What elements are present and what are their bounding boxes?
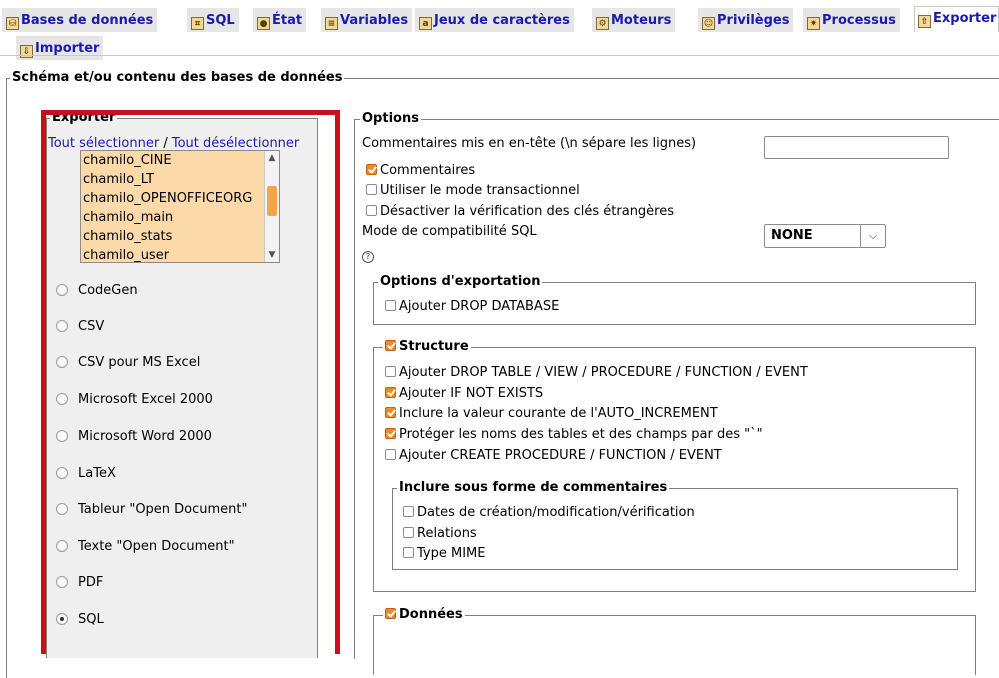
chevron-down-icon[interactable]: ⌵ [860, 225, 885, 247]
drop-database-option[interactable]: Ajouter DROP DATABASE [385, 299, 559, 315]
data-checkbox[interactable] [385, 608, 396, 619]
structure-option[interactable]: Ajouter DROP TABLE / VIEW / PROCEDURE / … [385, 365, 808, 381]
format-radio[interactable] [56, 503, 68, 515]
format-option-odt[interactable]: Texte "Open Document" [56, 539, 235, 555]
data-legend[interactable]: Données [383, 607, 465, 623]
deselect-all-link[interactable]: Tout désélectionner [172, 136, 299, 151]
processes-icon: ✷ [807, 17, 820, 30]
listbox-scrollbar[interactable]: ▲ ▼ [264, 151, 279, 262]
comment-option-checkbox[interactable] [403, 547, 414, 558]
format-radio[interactable] [56, 356, 68, 368]
tab-divider [0, 55, 999, 56]
tab-bar: ⛁ Bases de données ⌗ SQL ● État ≡ Variables … [0, 0, 999, 60]
format-option-csv[interactable]: CSV [56, 319, 104, 335]
format-option-ods[interactable]: Tableur "Open Document" [56, 502, 248, 518]
scroll-thumb[interactable] [267, 186, 277, 216]
tab-engines[interactable]: ⚙ Moteurs [592, 8, 676, 32]
compat-mode-label: Mode de compatibilité SQL [362, 224, 537, 239]
tab-import[interactable]: ⇩ Importer [16, 36, 104, 60]
tab-charsets[interactable]: a Jeux de caractères [415, 8, 574, 32]
database-listbox[interactable]: chamilo_CINE chamilo_LT chamilo_OPENOFFI… [80, 150, 280, 263]
structure-option-checkbox[interactable] [385, 428, 396, 439]
transactional-checkbox[interactable] [366, 184, 377, 195]
scroll-down-icon[interactable]: ▼ [265, 248, 279, 262]
privileges-icon: ☺ [702, 17, 715, 30]
tab-sql[interactable]: ⌗ SQL [187, 8, 239, 32]
tab-processes[interactable]: ✷ Processus [803, 8, 900, 32]
format-radio[interactable] [56, 430, 68, 442]
structure-option-checkbox[interactable] [385, 449, 396, 460]
format-option-excel[interactable]: Microsoft Excel 2000 [56, 392, 213, 408]
compat-mode-select[interactable]: NONE ⌵ [764, 224, 886, 248]
structure-option[interactable]: Protéger les noms des tables et des cham… [385, 427, 763, 443]
variables-icon: ≡ [325, 17, 338, 30]
database-option[interactable]: chamilo_LT [81, 170, 279, 189]
comment-option[interactable]: Dates de création/modification/vérificat… [403, 505, 695, 521]
scroll-up-icon[interactable]: ▲ [265, 151, 279, 165]
structure-checkbox[interactable] [385, 340, 396, 351]
format-radio[interactable] [56, 576, 68, 588]
import-icon: ⇩ [20, 45, 33, 58]
export-legend: Exporter [50, 110, 118, 126]
status-icon: ● [257, 17, 270, 30]
database-option[interactable]: chamilo_user [81, 246, 279, 262]
drop-database-checkbox[interactable] [385, 300, 396, 311]
comment-option[interactable]: Relations [403, 526, 477, 542]
header-comment-label: Commentaires mis en en-tête (\n sépare l… [362, 136, 697, 151]
engines-icon: ⚙ [596, 17, 609, 30]
database-option[interactable]: chamilo_CINE [81, 151, 279, 170]
database-option[interactable]: chamilo_OPENOFFICEORG [81, 189, 279, 208]
comment-option-checkbox[interactable] [403, 527, 414, 538]
format-option-word[interactable]: Microsoft Word 2000 [56, 429, 212, 445]
tab-databases[interactable]: ⛁ Bases de données [2, 8, 158, 32]
tab-variables[interactable]: ≡ Variables [321, 8, 413, 32]
tab-status[interactable]: ● État [253, 8, 307, 32]
tab-export[interactable]: ⇧ Exporter [914, 6, 999, 32]
format-radio[interactable] [56, 393, 68, 405]
comments-checkbox[interactable] [366, 164, 377, 175]
header-comment-input[interactable] [764, 136, 949, 159]
structure-option[interactable]: Ajouter IF NOT EXISTS [385, 386, 543, 402]
comment-option-checkbox[interactable] [403, 506, 414, 517]
structure-option[interactable]: Inclure la valeur courante de l'AUTO_INC… [385, 406, 718, 422]
select-separator: / [163, 136, 168, 151]
format-option-codegen[interactable]: CodeGen [56, 283, 138, 299]
tab-privileges[interactable]: ☺ Privilèges [698, 8, 794, 32]
format-option-latex[interactable]: LaTeX [56, 466, 116, 482]
disable-fk-option[interactable]: Désactiver la vérification des clés étra… [366, 204, 674, 220]
structure-option[interactable]: Ajouter CREATE PROCEDURE / FUNCTION / EV… [385, 448, 722, 464]
database-option[interactable]: chamilo_stats [81, 227, 279, 246]
comments-option[interactable]: Commentaires [366, 163, 475, 179]
include-comments-legend: Inclure sous forme de commentaires [397, 480, 670, 496]
transactional-option[interactable]: Utiliser le mode transactionnel [366, 183, 580, 199]
structure-option-checkbox[interactable] [385, 366, 396, 377]
format-radio[interactable] [56, 540, 68, 552]
sql-icon: ⌗ [191, 17, 204, 30]
disable-fk-checkbox[interactable] [366, 205, 377, 216]
format-radio[interactable] [56, 284, 68, 296]
format-option-csv-excel[interactable]: CSV pour MS Excel [56, 355, 200, 371]
help-icon[interactable]: ? [362, 251, 374, 263]
main-legend: Schéma et/ou contenu des bases de donnée… [10, 70, 345, 86]
export-options-legend: Options d'exportation [378, 274, 543, 290]
export-icon: ⇧ [918, 15, 931, 28]
select-all-link[interactable]: Tout sélectionner [48, 136, 159, 151]
data-fieldset [373, 615, 976, 675]
structure-option-checkbox[interactable] [385, 387, 396, 398]
structure-legend[interactable]: Structure [383, 339, 471, 355]
format-option-sql[interactable]: SQL [56, 612, 104, 628]
format-option-pdf[interactable]: PDF [56, 575, 103, 591]
options-legend: Options [360, 111, 421, 127]
structure-option-checkbox[interactable] [385, 407, 396, 418]
format-radio[interactable] [56, 467, 68, 479]
comment-option[interactable]: Type MIME [403, 546, 485, 562]
charsets-icon: a [419, 17, 432, 30]
database-option[interactable]: chamilo_main [81, 208, 279, 227]
format-radio[interactable] [56, 320, 68, 332]
format-radio[interactable] [56, 613, 68, 625]
databases-icon: ⛁ [6, 17, 19, 30]
